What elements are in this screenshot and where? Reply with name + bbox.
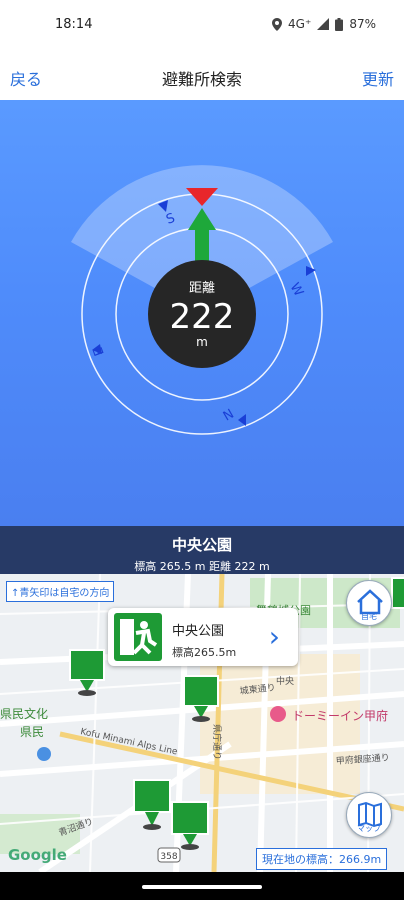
map-button[interactable]: マップ <box>346 792 392 838</box>
system-nav-bar <box>0 872 404 900</box>
status-time: 18:14 <box>55 17 93 32</box>
hotel-pin-icon <box>270 706 286 722</box>
destination-name: 中央公園 <box>171 536 232 554</box>
status-icons: 4G⁺ 87% <box>272 17 376 31</box>
status-bar: 18:14 4G⁺ 87% <box>0 0 404 52</box>
place-label-kenmin2: 県民 <box>20 725 44 739</box>
music-poi-icon <box>37 747 51 761</box>
battery-icon <box>335 17 344 31</box>
direction-hint: ↑青矢印は自宅の方向 <box>6 581 115 602</box>
place-label-dormy: ドーミーイン甲府 <box>292 708 388 723</box>
network-type: 4G⁺ <box>288 17 312 31</box>
home-button[interactable]: 自宅 <box>346 580 392 626</box>
distance-value: 222 <box>170 297 235 337</box>
page-title: 避難所検索 <box>161 70 242 89</box>
battery-level: 87% <box>349 17 376 31</box>
north-label: N <box>220 405 236 423</box>
google-logo: Google <box>8 846 67 864</box>
distance-label: 距離 <box>189 281 215 296</box>
emergency-exit-icon <box>114 613 162 661</box>
west-label: W <box>287 281 306 300</box>
distance-unit: m <box>196 335 208 349</box>
callout-elevation: 標高265.5m <box>172 646 237 659</box>
road-number: 358 <box>160 852 177 862</box>
place-label-chuo: 中央 <box>276 675 294 687</box>
compass-graphic: S W E N 距離 222 m <box>71 165 333 435</box>
shelter-marker-icon <box>391 577 404 609</box>
callout-name: 中央公園 <box>172 624 225 639</box>
map-button-label: マップ <box>357 824 381 833</box>
location-icon <box>272 17 283 31</box>
chevron-right-icon[interactable]: › <box>269 620 280 653</box>
destination-info: 標高 265.5 m 距離 222 m <box>134 560 270 573</box>
place-label-chosha: 県庁通り <box>211 724 223 760</box>
home-gesture-handle[interactable] <box>142 885 262 889</box>
nav-bar: 戻る 避難所検索 更新 <box>0 52 404 100</box>
signal-icon <box>317 18 330 30</box>
destination-bar: 中央公園 標高 265.5 m 距離 222 m <box>0 526 404 574</box>
current-elevation: 現在地の標高：266.9m <box>256 848 388 870</box>
shelter-callout[interactable]: 中央公園 標高265.5m › <box>108 608 298 666</box>
commercial-area <box>200 654 360 794</box>
compass-panel: S W E N 距離 222 m <box>0 100 404 526</box>
refresh-button[interactable]: 更新 <box>362 66 394 90</box>
north-marker-icon <box>238 414 246 426</box>
place-label-kenmin: 県民文化 <box>0 706 48 721</box>
home-button-label: 自宅 <box>361 612 377 621</box>
